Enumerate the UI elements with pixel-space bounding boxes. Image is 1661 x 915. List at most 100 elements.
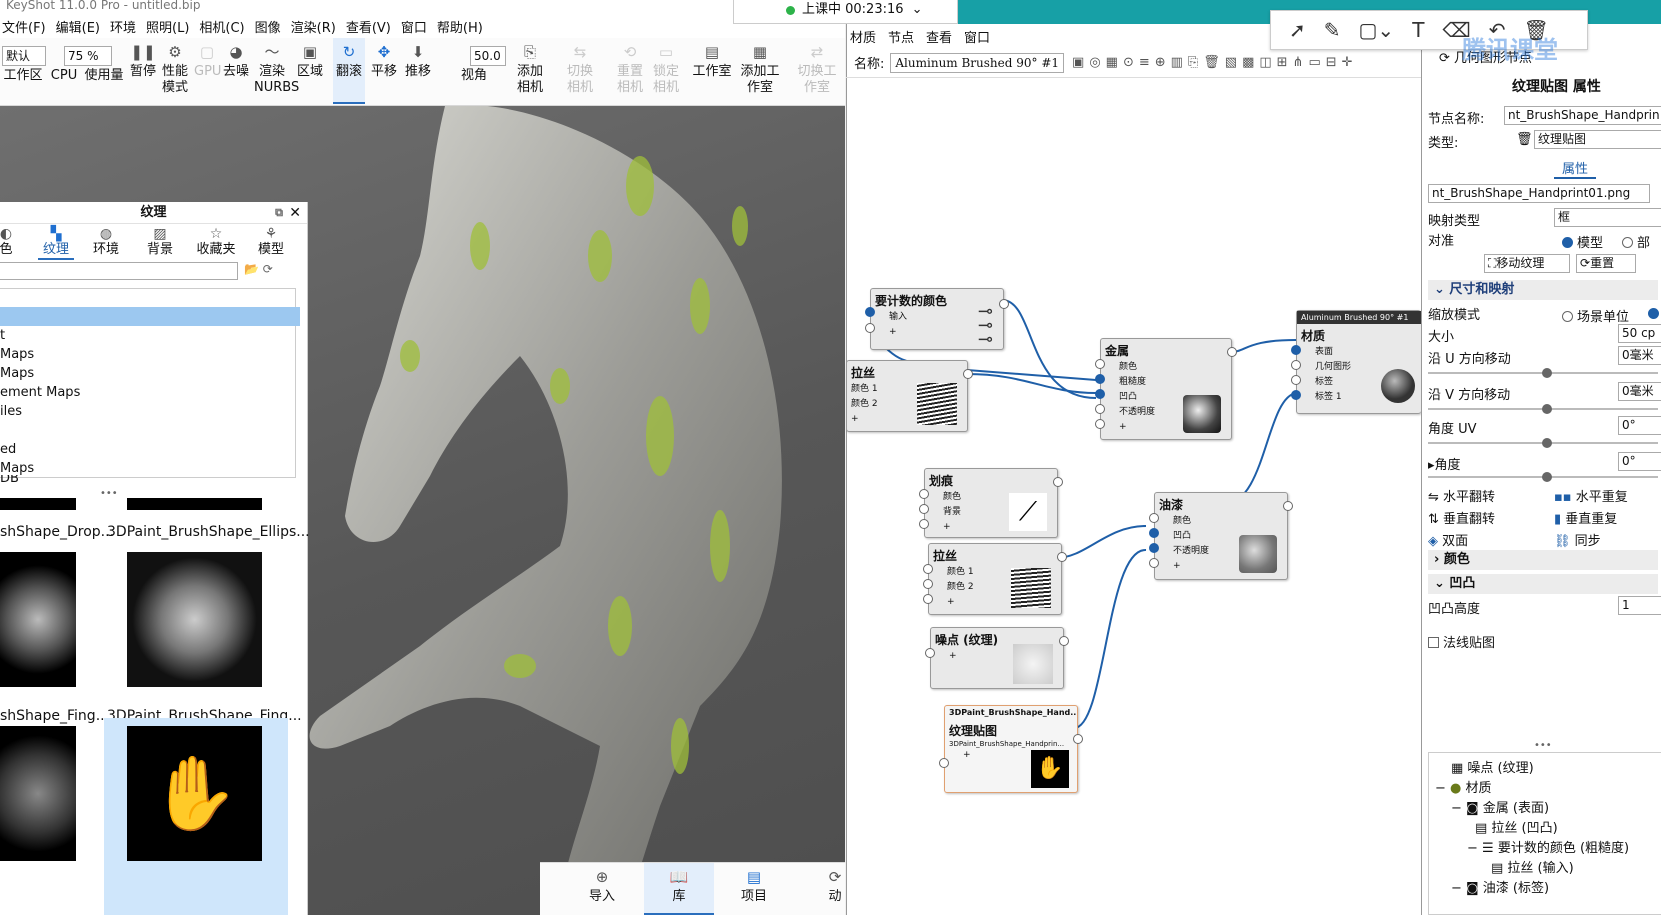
v-offset-slider[interactable] xyxy=(1428,404,1658,414)
tree-item-paint[interactable]: − ◙ 油漆 (标签) xyxy=(1451,877,1549,896)
switch-studio-button[interactable]: ⇄ 切换工作室 xyxy=(796,38,838,104)
menu-environment[interactable]: 环境 xyxy=(110,17,136,36)
pause-button[interactable]: ❚❚ 暂停 xyxy=(128,38,158,104)
tree-item-brushed-input[interactable]: ▤ 拉丝 (输入) xyxy=(1491,857,1574,876)
reset-camera-button[interactable]: ⟲ 重置相机 xyxy=(612,38,648,104)
input-port[interactable] xyxy=(1095,374,1105,384)
output-port[interactable] xyxy=(1057,552,1067,562)
texture-thumbnail[interactable] xyxy=(0,498,76,510)
menu-window[interactable]: 窗口 xyxy=(401,17,427,36)
node-brushed-2[interactable]: 拉丝 颜色 1 颜色 2 + xyxy=(923,543,1067,615)
view-angle-button[interactable]: 视角 xyxy=(446,68,502,104)
section-size-mapping[interactable]: ⌄ 尺寸和映射 xyxy=(1428,280,1658,300)
tab-background[interactable]: ▨ 背景 xyxy=(144,226,176,258)
denoise-button[interactable]: ◕ 去噪 xyxy=(222,38,250,104)
render-nurbs-button[interactable]: 〜渲染NURBS xyxy=(254,38,299,104)
node-metal[interactable]: 金属 颜色 粗糙度 凹凸 不透明度 + xyxy=(1095,338,1237,440)
cursor-icon[interactable]: ➚ xyxy=(1289,18,1306,42)
input-port[interactable] xyxy=(1149,558,1159,568)
angle-input[interactable]: 0° xyxy=(1618,452,1661,471)
input-port[interactable] xyxy=(1095,389,1105,399)
u-offset-input[interactable]: 0毫米 xyxy=(1618,346,1661,365)
input-port[interactable] xyxy=(1149,543,1159,553)
scene-unit-radio[interactable]: 场景单位 xyxy=(1562,306,1629,325)
input-port[interactable] xyxy=(1149,513,1159,523)
input-port[interactable] xyxy=(865,323,875,333)
tree-item-noise[interactable]: ▦ 噪点 (纹理) xyxy=(1451,757,1534,776)
menu-image[interactable]: 图像 xyxy=(255,17,281,36)
trash-icon[interactable]: 🗑 xyxy=(1516,132,1533,147)
input-port[interactable] xyxy=(1291,375,1301,385)
cpu-button[interactable]: CPU xyxy=(50,68,78,104)
input-port[interactable] xyxy=(865,307,875,317)
project-button[interactable]: ▤ 项目 xyxy=(726,863,782,915)
node-brushed-1[interactable]: 拉丝 颜色 1 颜色 2 + xyxy=(846,360,973,432)
menu-file[interactable]: 文件(F) xyxy=(2,17,46,36)
lock-camera-button[interactable]: ▭ 锁定相机 xyxy=(648,38,684,104)
angle-slider[interactable] xyxy=(1428,472,1658,482)
recording-status[interactable]: 上课中 00:23:16 ⌄ xyxy=(733,0,958,24)
splitter-handle[interactable]: ••• xyxy=(1534,740,1552,751)
section-color[interactable]: › 颜色 xyxy=(1428,550,1658,570)
menu-material[interactable]: 材质 xyxy=(850,27,876,46)
input-port[interactable] xyxy=(923,579,933,589)
tree-item[interactable]: ement Maps xyxy=(0,383,300,402)
angle-row[interactable]: ▸角度 xyxy=(1428,454,1461,473)
texture-thumbnail[interactable] xyxy=(127,498,262,510)
material-name-input[interactable]: Aluminum Brushed 90° #1 xyxy=(890,52,1065,73)
sync-toggle[interactable]: ⛓ 同步 xyxy=(1554,530,1601,549)
texture-thumbnail-selected[interactable]: ✋ xyxy=(104,718,288,915)
node-name-input[interactable]: nt_BrushShape_Handprin xyxy=(1504,106,1661,125)
menu-node[interactable]: 节点 xyxy=(888,27,914,46)
input-port[interactable] xyxy=(923,564,933,574)
menu-window[interactable]: 窗口 xyxy=(964,27,990,46)
horizontal-repeat-toggle[interactable]: ▪▪ 水平重复 xyxy=(1554,486,1628,505)
double-sided-toggle[interactable]: ◈ 双面 xyxy=(1428,530,1468,549)
tree-item[interactable]: iles xyxy=(0,402,300,421)
output-port[interactable] xyxy=(1053,477,1063,487)
input-port[interactable] xyxy=(1095,404,1105,414)
type-select[interactable]: 纹理贴图 xyxy=(1534,130,1661,149)
input-port[interactable] xyxy=(919,489,929,499)
dolly-button[interactable]: ⬇ 推移 xyxy=(403,38,433,104)
texture-file-input[interactable]: nt_BrushShape_Handprint01.png xyxy=(1428,184,1650,203)
rectangle-icon[interactable]: ▢⌄ xyxy=(1359,18,1395,42)
animation-button[interactable]: ⟳ 动 xyxy=(826,863,844,915)
vertical-repeat-toggle[interactable]: ▮ 垂直重复 xyxy=(1554,508,1617,527)
tree-item[interactable]: Maps xyxy=(0,345,300,364)
import-button[interactable]: ⊕ 导入 xyxy=(582,863,622,915)
pan-button[interactable]: ✥ 平移 xyxy=(369,38,399,104)
align-part-radio[interactable]: 部 xyxy=(1622,232,1650,251)
tab-properties[interactable]: 属性 xyxy=(1554,158,1597,179)
menu-render[interactable]: 渲染(R) xyxy=(291,17,336,36)
texture-thumbnail[interactable] xyxy=(0,552,76,687)
reset-button[interactable]: ⟳重置 xyxy=(1576,254,1636,273)
text-icon[interactable]: T xyxy=(1412,18,1424,42)
node-count-color[interactable]: 要计数的颜色 输入 + ⊸ ⊸ ⊸ xyxy=(865,288,1009,350)
bump-height-input[interactable]: 1 xyxy=(1618,596,1661,615)
splitter-handle[interactable]: ••• xyxy=(100,488,118,499)
tree-item-brushed[interactable]: ▤ 拉丝 (凹凸) xyxy=(1475,817,1558,836)
size-input[interactable]: 50 cp xyxy=(1618,324,1661,343)
section-bump[interactable]: ⌄ 凹凸 xyxy=(1428,574,1658,594)
tab-environment[interactable]: ◍ 环境 xyxy=(90,226,122,258)
u-offset-slider[interactable] xyxy=(1428,368,1658,378)
input-port[interactable] xyxy=(1291,360,1301,370)
tree-item-metal[interactable]: − ◙ 金属 (表面) xyxy=(1451,797,1549,816)
texture-thumbnail[interactable] xyxy=(127,552,262,687)
tree-item-selected[interactable] xyxy=(0,307,300,326)
input-port[interactable] xyxy=(919,519,929,529)
menu-camera[interactable]: 相机(C) xyxy=(199,17,244,36)
map-type-select[interactable]: 框 xyxy=(1554,208,1661,227)
add-camera-button[interactable]: ⎘ 添加相机 xyxy=(512,38,548,104)
folder-actions-icon[interactable]: 📂 ⟳ xyxy=(244,262,273,276)
tab-texture[interactable]: ▚ 纹理 xyxy=(38,226,74,260)
output-port[interactable] xyxy=(1059,636,1069,646)
output-port[interactable] xyxy=(1227,347,1237,357)
output-port[interactable] xyxy=(1073,734,1083,744)
gpu-button[interactable]: ▢ GPU xyxy=(194,38,221,104)
normal-map-checkbox[interactable]: 法线贴图 xyxy=(1428,632,1495,651)
workspace-button[interactable]: 工作区 xyxy=(2,68,44,104)
tab-models[interactable]: ⚘ 模型 xyxy=(256,226,286,258)
input-port[interactable] xyxy=(923,594,933,604)
